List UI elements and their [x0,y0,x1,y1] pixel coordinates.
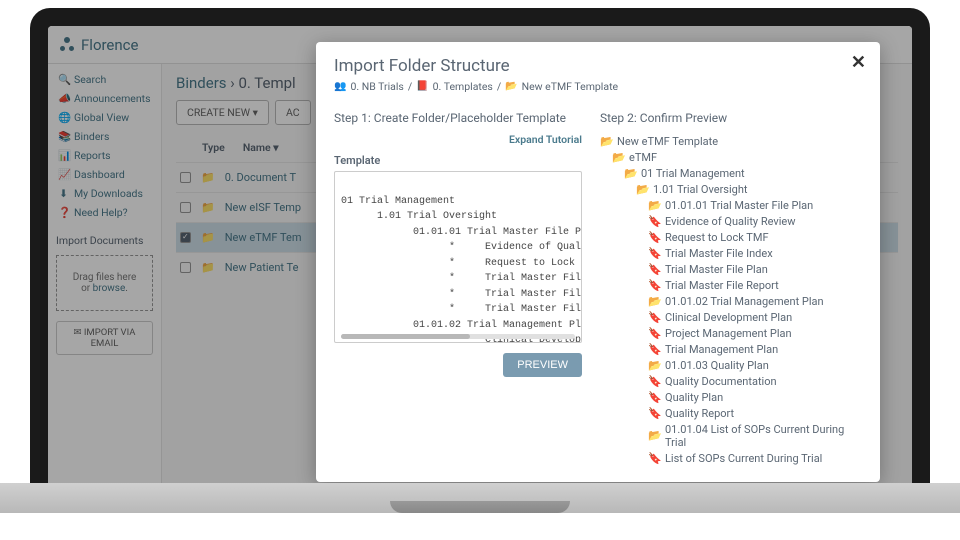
tree-label: 01.01.01 Trial Master File Plan [665,199,813,212]
folder-open-icon: 📂 [648,359,660,372]
folder-open-icon: 📂 [624,167,636,180]
tree-folder[interactable]: 📂 New eTMF Template [600,133,862,149]
crumb-icon: 📂 [505,81,517,92]
crumb-segment[interactable]: 0. NB Trials [350,80,403,93]
expand-tutorial-link[interactable]: Expand Tutorial [334,133,582,146]
folder-open-icon: 📂 [600,135,612,148]
template-label: Template [334,154,582,167]
tree-folder[interactable]: 📂 01.01.02 Trial Management Plan [600,293,862,309]
tree-doc[interactable]: 🔖 Project Management Plan [600,325,862,341]
tree-doc[interactable]: 🔖 Request to Lock TMF [600,229,862,245]
step2-title: Step 2: Confirm Preview [600,111,862,125]
bookmark-icon: 🔖 [648,279,660,292]
bookmark-icon: 🔖 [648,327,660,340]
laptop-frame: Florence 🔍Search📣Announcements🌐Global Vi… [30,8,930,513]
crumb-segment[interactable]: 0. Templates [433,80,493,93]
tree-doc[interactable]: 🔖 Trial Master File Report [600,277,862,293]
tree-doc[interactable]: 🔖 Clinical Development Plan [600,309,862,325]
tree-label: List of SOPs Current During Trial [665,452,822,465]
tree-label: 01.01.04 List of SOPs Current During Tri… [665,423,862,449]
tree-label: Quality Documentation [665,375,777,388]
bookmark-icon: 🔖 [648,391,660,404]
tree-folder[interactable]: 📂 01 Trial Management [600,165,862,181]
modal-title: Import Folder Structure [334,56,862,76]
preview-button[interactable]: PREVIEW [503,353,582,377]
bookmark-icon: 🔖 [648,247,660,260]
step1-title: Step 1: Create Folder/Placeholder Templa… [334,111,582,125]
tree-label: New eTMF Template [617,135,718,148]
tree-label: Clinical Development Plan [665,311,792,324]
tree-folder[interactable]: 📂 01.01.04 List of SOPs Current During Tr… [600,421,862,450]
tree-label: eTMF [629,151,657,164]
crumb-icon: 👥 [334,81,346,92]
tree-folder[interactable]: 📂 01.01.01 Trial Master File Plan [600,197,862,213]
tree-doc[interactable]: 🔖 Evidence of Quality Review [600,213,862,229]
tree-folder[interactable]: 📂 eTMF [600,149,862,165]
import-folder-modal: Import Folder Structure ✕ 👥0. NB Trials/… [316,42,880,482]
tree-label: 01.01.02 Trial Management Plan [665,295,824,308]
folder-open-icon: 📂 [612,151,624,164]
tree-label: Trial Management Plan [665,343,778,356]
tree-doc[interactable]: 🔖 Trial Master File Index [600,245,862,261]
tree-folder[interactable]: 📂 1.01 Trial Oversight [600,181,862,197]
crumb-icon: 📕 [416,81,428,92]
tree-label: Project Management Plan [665,327,792,340]
bookmark-icon: 🔖 [648,263,660,276]
tree-label: Request to Lock TMF [665,231,769,244]
tree-label: Quality Plan [665,391,723,404]
modal-breadcrumb: 👥0. NB Trials/📕0. Templates/📂New eTMF Te… [334,80,862,93]
folder-open-icon: 📂 [636,183,648,196]
tree-doc[interactable]: 🔖 Trial Management Plan [600,341,862,357]
folder-open-icon: 📂 [648,199,660,212]
tree-doc[interactable]: 🔖 Quality Report [600,405,862,421]
tree-label: 01 Trial Management [641,167,745,180]
tree-doc[interactable]: 🔖 Quality Plan [600,389,862,405]
tree-label: Trial Master File Index [665,247,773,260]
bookmark-icon: 🔖 [648,215,660,228]
tree-doc[interactable]: 🔖 List of SOPs Current During Trial [600,450,862,466]
bookmark-icon: 🔖 [648,452,660,465]
tree-doc[interactable]: 🔖 Trial Master File Plan [600,261,862,277]
close-icon[interactable]: ✕ [851,52,866,73]
folder-open-icon: 📂 [648,295,660,308]
tree-label: Trial Master File Plan [665,263,768,276]
bookmark-icon: 🔖 [648,231,660,244]
folder-open-icon: 📂 [648,429,660,442]
bookmark-icon: 🔖 [648,343,660,356]
bookmark-icon: 🔖 [648,407,660,420]
scrollbar-horizontal[interactable] [341,334,575,339]
tree-label: Trial Master File Report [665,279,779,292]
tree-label: Quality Report [665,407,734,420]
laptop-base [0,483,960,513]
bookmark-icon: 🔖 [648,375,660,388]
tree-label: 01.01.03 Quality Plan [665,359,769,372]
tree-folder[interactable]: 📂 01.01.03 Quality Plan [600,357,862,373]
tree-doc[interactable]: 🔖 Quality Documentation [600,373,862,389]
crumb-segment[interactable]: New eTMF Template [522,80,618,93]
bookmark-icon: 🔖 [648,311,660,324]
template-textarea[interactable]: 01 Trial Management 1.01 Trial Oversight… [334,171,582,343]
tree-label: Evidence of Quality Review [665,215,796,228]
tree-label: 1.01 Trial Oversight [653,183,747,196]
